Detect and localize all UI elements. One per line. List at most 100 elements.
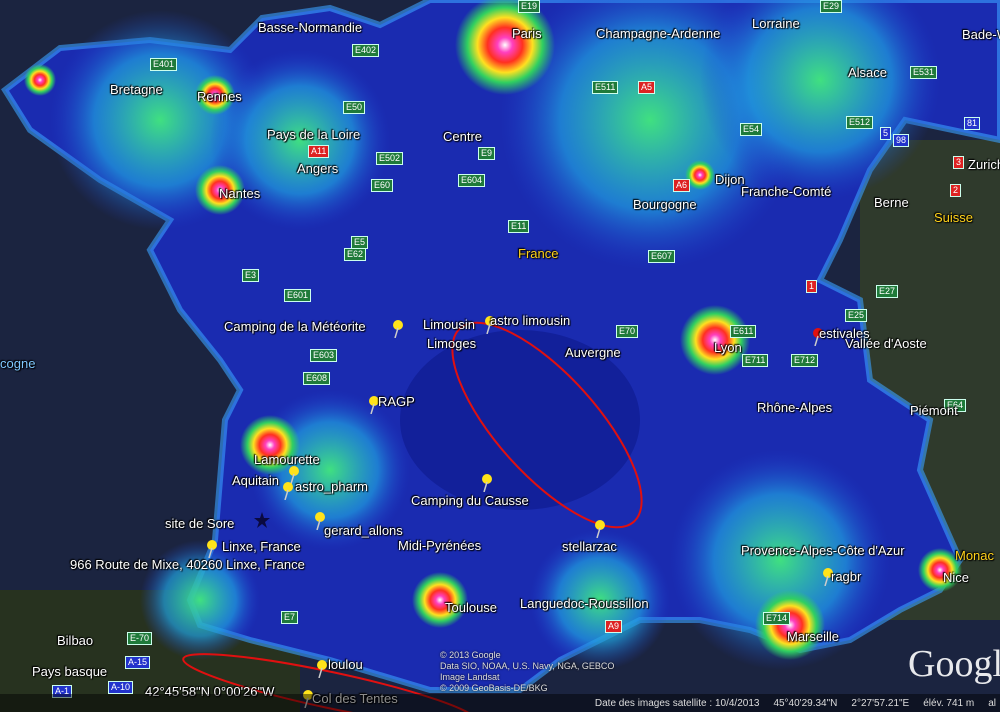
placemark-label[interactable]: stellarzac — [562, 539, 617, 554]
road-shield: E611 — [730, 325, 757, 338]
star-marker-icon[interactable] — [254, 512, 270, 528]
place-label: Lorraine — [752, 16, 800, 31]
attribution-line: Data SIO, NOAA, U.S. Navy, NGA, GEBCO — [440, 661, 615, 671]
road-shield: E511 — [592, 81, 619, 94]
placemark-label[interactable]: site de Sore — [165, 516, 234, 531]
place-label: Bretagne — [110, 82, 163, 97]
place-label: Aquitain — [232, 473, 279, 488]
place-label: cogne — [0, 356, 36, 371]
road-shield: 98 — [893, 134, 910, 147]
attribution: © 2013 Google Data SIO, NOAA, U.S. Navy,… — [440, 650, 614, 694]
place-label: Rennes — [197, 89, 242, 104]
placemark-label[interactable]: gerard_allons — [324, 523, 403, 538]
road-shield: 5 — [880, 127, 892, 140]
road-shield: E27 — [876, 285, 899, 298]
google-logo: Google — [908, 643, 1000, 685]
placemark-label[interactable]: Lamourette — [254, 452, 320, 467]
road-shield: A6 — [673, 179, 691, 192]
place-label: Piémont — [910, 403, 958, 418]
placemark-label[interactable]: RAGP — [378, 394, 415, 409]
placemark-label[interactable]: 966 Route de Mixe, 40260 Linxe, France — [70, 557, 305, 572]
road-shield: E608 — [303, 372, 331, 385]
latitude-readout: 45°40'29.34"N — [773, 697, 838, 709]
road-shield: E601 — [284, 289, 312, 302]
place-label: Marseille — [787, 629, 840, 644]
road-shield: E54 — [740, 123, 763, 136]
place-label: Berne — [874, 195, 909, 210]
pushpin-icon[interactable] — [594, 520, 606, 538]
place-label: Bilbao — [57, 633, 94, 648]
pushpin-icon[interactable] — [316, 660, 328, 678]
placemark-label[interactable]: astro limousin — [490, 313, 570, 328]
road-shield: E25 — [845, 309, 868, 322]
place-label: Limoges — [427, 336, 477, 351]
road-shield: E29 — [820, 0, 843, 13]
road-shield: E512 — [846, 116, 874, 129]
place-label: Centre — [443, 129, 483, 144]
road-shield: E531 — [910, 66, 938, 79]
road-shield: E-70 — [127, 632, 153, 645]
status-bar: Date des images satellite : 10/4/2013 45… — [0, 694, 1000, 712]
attribution-line: Image Landsat — [440, 672, 500, 682]
country-label: Monac — [955, 548, 995, 563]
road-shield: E62 — [344, 248, 367, 261]
place-label: Franche-Comté — [741, 184, 832, 199]
place-label: Angers — [297, 161, 339, 176]
place-label: Rhône-Alpes — [757, 400, 833, 415]
placemark-label[interactable]: astro_pharm — [295, 479, 368, 494]
road-shield: E604 — [458, 174, 486, 187]
road-shield: 1 — [806, 280, 818, 293]
road-shield: E70 — [616, 325, 639, 338]
road-shield: 81 — [964, 117, 981, 130]
pushpin-icon[interactable] — [282, 482, 294, 500]
road-shield: E11 — [508, 220, 530, 233]
road-shield: E711 — [742, 354, 769, 367]
place-label: Vallée d'Aoste — [845, 336, 927, 351]
road-shield: E3 — [242, 269, 260, 282]
placemark-label[interactable]: ragbr — [831, 569, 861, 584]
longitude-readout: 2°27'57.21"E — [851, 697, 910, 709]
place-label: Bourgogne — [633, 197, 697, 212]
placemark-label[interactable]: Linxe, France — [222, 539, 301, 554]
place-label: Paris — [512, 26, 542, 41]
place-label: Champagne-Ardenne — [596, 26, 721, 41]
place-label: Alsace — [848, 65, 888, 80]
light-pollution-map — [0, 0, 1000, 712]
road-shield: E7 — [281, 611, 299, 624]
road-shield: E603 — [310, 349, 338, 362]
pushpin-icon[interactable] — [392, 320, 404, 338]
place-label: Basse-Normandie — [258, 20, 363, 35]
place-label: Zurich — [968, 157, 1000, 172]
placemark-label[interactable]: loulou — [328, 657, 363, 672]
country-label: Suisse — [934, 210, 974, 225]
placemark-label[interactable]: Camping de la Météorite — [224, 319, 366, 334]
imagery-date: Date des images satellite : 10/4/2013 — [594, 697, 760, 709]
road-shield: A9 — [605, 620, 623, 633]
road-shield: A-10 — [108, 681, 134, 694]
attribution-line: © 2013 Google — [440, 650, 501, 660]
elevation-label: élév. — [923, 697, 944, 709]
place-label: Provence-Alpes-Côte d'Azur — [741, 543, 905, 558]
place-label: Pays de la Loire — [267, 127, 361, 142]
place-label: Limousin — [423, 317, 476, 332]
altitude-label: al — [988, 697, 996, 709]
place-label: Toulouse — [445, 600, 498, 615]
attribution-line: © 2009 GeoBasis-DE/BKG — [440, 683, 548, 693]
placemark-label[interactable]: Camping du Causse — [411, 493, 529, 508]
place-label: Auvergne — [565, 345, 621, 360]
pushpin-icon[interactable] — [206, 540, 218, 558]
road-shield: A-15 — [125, 656, 151, 669]
place-label: Pays basque — [32, 664, 108, 679]
map-view[interactable]: E402 E401 E50 E511 A5 E54 E512 A11 E502 … — [0, 0, 1000, 712]
road-shield: E401 — [150, 58, 178, 71]
pushpin-icon[interactable] — [481, 474, 493, 492]
road-shield: E50 — [343, 101, 366, 114]
place-label: Midi-Pyrénées — [398, 538, 482, 553]
road-shield: E714 — [763, 612, 791, 625]
road-shield: A5 — [638, 81, 656, 94]
road-shield: E502 — [376, 152, 404, 165]
place-label: Languedoc-Roussillon — [520, 596, 649, 611]
country-label: France — [518, 246, 559, 261]
road-shield: 2 — [950, 184, 962, 197]
place-label: Nantes — [219, 186, 261, 201]
